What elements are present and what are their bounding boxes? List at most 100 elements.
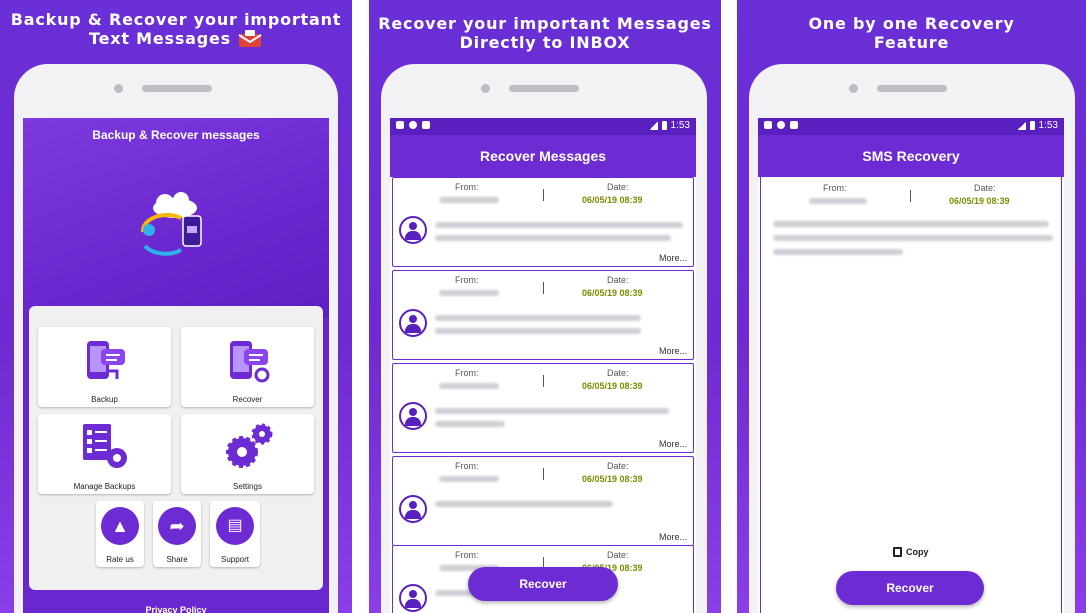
message-preview-redacted: [435, 222, 683, 228]
message-body-redacted: [773, 249, 903, 255]
phone-screen: 1:53 Recover Messages From: Date: 06/05/19…: [390, 118, 696, 613]
contact-avatar-icon: [399, 402, 427, 430]
header-divider: [543, 468, 544, 480]
message-item[interactable]: From: Date: 06/05/19 08:39 More...: [392, 456, 694, 546]
gears-icon: [225, 423, 272, 468]
header-divider: [543, 189, 544, 201]
cloud-sync-icon: [140, 192, 202, 256]
battery-icon: [661, 121, 667, 130]
sender-redacted: [439, 383, 499, 389]
header-divider: [543, 375, 544, 387]
phone-speaker: [877, 85, 947, 92]
share-tile[interactable]: ➦ Share: [153, 501, 201, 567]
copy-icon: [893, 547, 902, 557]
sender-redacted: [809, 198, 867, 204]
message-body-redacted: [773, 235, 1053, 241]
contact-avatar-icon: [399, 309, 427, 337]
message-item[interactable]: From: Date: 06/05/19 08:39 More...: [392, 363, 694, 453]
more-link[interactable]: More...: [659, 253, 687, 263]
phone-camera: [849, 84, 858, 93]
date-value: 06/05/19 08:39: [949, 196, 1010, 206]
privacy-policy-link[interactable]: Privacy Policy: [23, 605, 329, 613]
backup-label: Backup: [91, 395, 118, 404]
signal-icon: [1017, 121, 1026, 130]
sender-redacted: [439, 197, 499, 203]
panel-title-line2: Text Messages: [88, 29, 232, 48]
more-link[interactable]: More...: [659, 532, 687, 542]
message-preview-redacted: [435, 235, 671, 241]
message-body-redacted: [773, 221, 1049, 227]
message-detail: From: Date: 06/05/19 08:39 Copy: [760, 177, 1062, 613]
more-link[interactable]: More...: [659, 346, 687, 356]
notification-icon: [764, 121, 772, 129]
sender-redacted: [439, 476, 499, 482]
screen-title: Backup & Recover messages: [92, 128, 260, 142]
phone-screen: 1:53 SMS Recovery From: Date: 06/05/19 0…: [758, 118, 1064, 613]
panel-title-line2: Feature: [873, 33, 950, 52]
phone-frame: 1:53 SMS Recovery From: Date: 06/05/19 0…: [749, 64, 1075, 613]
message-list: From: Date: 06/05/19 08:39 More... From: Date…: [390, 177, 696, 613]
panel-title: Backup & Recover your important Text Mes…: [0, 10, 352, 48]
message-item[interactable]: From: Date: 06/05/19 08:39 More...: [392, 270, 694, 360]
phone-speaker: [142, 85, 212, 92]
signal-icon: [649, 121, 658, 130]
date-value: 06/05/19 08:39: [582, 474, 643, 484]
support-tile[interactable]: ▤ Support: [210, 501, 260, 567]
date-value: 06/05/19 08:39: [582, 195, 643, 205]
date-value: 06/05/19 08:39: [582, 381, 643, 391]
phone-screen: Backup & Recover messages Backup Recover…: [23, 118, 329, 613]
settings-tile[interactable]: Settings: [181, 414, 314, 494]
home-header: Backup & Recover messages: [23, 118, 329, 318]
status-bar: 1:53: [390, 118, 696, 135]
panel-title: Recover your important Messages Directly…: [369, 14, 721, 52]
panel-sms-recovery: One by one Recovery Feature 1:53 SMS Rec…: [737, 0, 1086, 613]
phone-chat-recover-icon: [229, 341, 269, 383]
envelope-icon: [238, 29, 262, 47]
phone-chat-backup-icon: [86, 341, 125, 379]
message-preview-redacted: [435, 501, 613, 507]
message-item[interactable]: From: Date: 06/05/19 08:39 More...: [392, 177, 694, 267]
from-label: From:: [455, 182, 479, 192]
manage-backups-tile[interactable]: Manage Backups: [38, 414, 171, 494]
from-label: From:: [823, 183, 847, 193]
support-label: Support: [220, 555, 250, 564]
share-icon: ➦: [158, 507, 196, 545]
manage-backups-label: Manage Backups: [73, 482, 136, 491]
notification-icon: [396, 121, 404, 129]
share-label: Share: [166, 555, 188, 564]
from-label: From:: [455, 275, 479, 285]
backup-tile[interactable]: Backup: [38, 327, 171, 407]
contact-avatar-icon: [399, 495, 427, 523]
app-title: SMS Recovery: [758, 135, 1064, 177]
from-label: From:: [455, 461, 479, 471]
copy-label: Copy: [906, 547, 929, 557]
panel-title-line1: Backup & Recover your important: [10, 10, 342, 29]
panel-recover-messages: Recover your important Messages Directly…: [369, 0, 721, 613]
recover-button[interactable]: Recover: [836, 571, 984, 605]
date-value: 06/05/19 08:39: [582, 288, 643, 298]
status-time: 1:53: [1038, 120, 1058, 131]
status-time: 1:53: [670, 120, 690, 131]
message-preview-redacted: [435, 328, 641, 334]
date-label: Date:: [607, 461, 629, 471]
from-label: From:: [455, 368, 479, 378]
recover-button[interactable]: Recover: [468, 567, 618, 601]
message-preview-redacted: [435, 408, 669, 414]
more-link[interactable]: More...: [659, 439, 687, 449]
contact-avatar-icon: [399, 584, 427, 612]
contact-avatar-icon: [399, 216, 427, 244]
checklist-gear-icon: [82, 424, 127, 468]
settings-label: Settings: [233, 482, 262, 491]
message-preview-redacted: [435, 315, 641, 321]
rate-us-tile[interactable]: ▲ Rate us: [96, 501, 144, 567]
copy-button[interactable]: Copy: [893, 547, 929, 557]
date-label: Date:: [974, 183, 996, 193]
notification-icon: [409, 121, 417, 129]
notification-icon: [422, 121, 430, 129]
phone-camera: [114, 84, 123, 93]
date-label: Date:: [607, 182, 629, 192]
thumbs-up-icon: ▲: [101, 507, 139, 545]
recover-tile[interactable]: Recover: [181, 327, 314, 407]
phone-camera: [481, 84, 490, 93]
date-label: Date:: [607, 368, 629, 378]
